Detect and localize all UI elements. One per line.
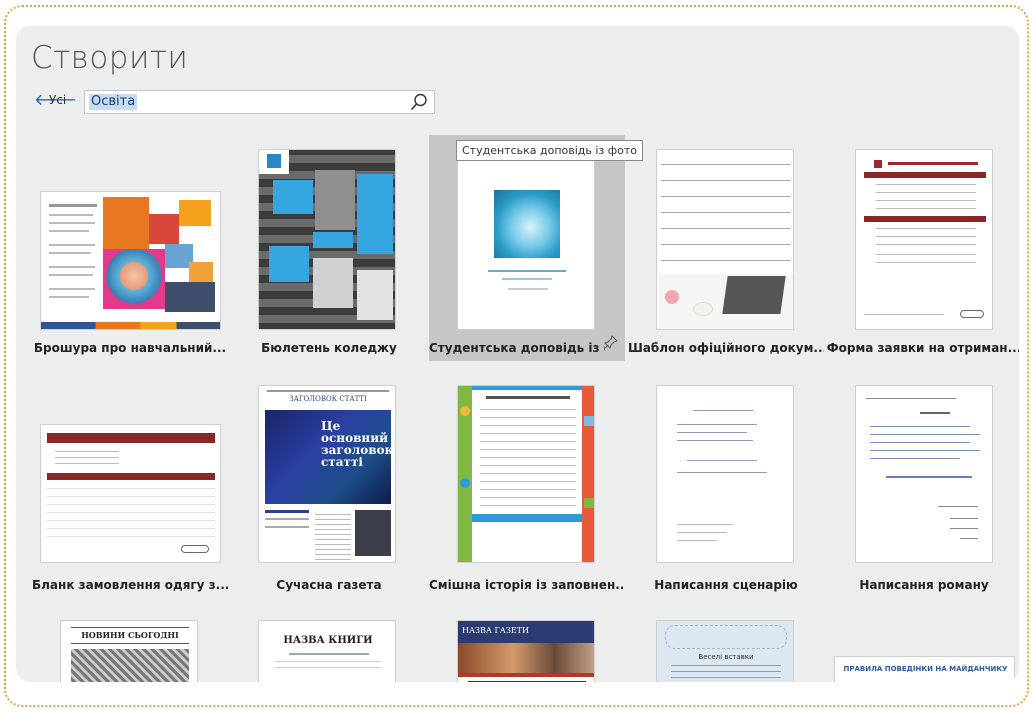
- template-card-screenplay[interactable]: Написання сценарію: [628, 382, 824, 602]
- template-card-novel[interactable]: Написання роману: [826, 382, 1019, 602]
- template-thumbnail: Веселі вставки: [656, 620, 794, 682]
- thumb-main-title: Це основний заголовок статті: [321, 419, 394, 469]
- thumb-headline: НАЗВА ГАЗЕТИ: [462, 626, 529, 635]
- search-input[interactable]: Освіта: [89, 94, 138, 110]
- template-thumbnail: [258, 149, 396, 330]
- template-thumbnail: НАЗВА КНИГИ: [258, 620, 396, 682]
- template-card-fun-inserts[interactable]: Веселі вставки: [628, 612, 824, 682]
- template-thumbnail: [457, 385, 595, 563]
- template-card-application-form[interactable]: Форма заявки на отриман...: [826, 135, 1019, 361]
- page-title: Створити: [31, 40, 189, 76]
- template-card-funny-story[interactable]: Смішна історія із заповнен...: [429, 382, 625, 602]
- template-card-newspaper-title[interactable]: НАЗВА ГАЗЕТИ: [429, 612, 625, 682]
- template-label: Сучасна газета: [276, 578, 382, 592]
- template-thumbnail: НОВИНИ СЬОГОДНІ: [60, 620, 198, 682]
- template-thumbnail: [40, 191, 221, 330]
- template-label: Бланк замовлення одягу з...: [32, 578, 228, 592]
- back-arrow-icon[interactable]: 🡐: [34, 92, 77, 108]
- template-thumbnail: [656, 149, 794, 330]
- template-thumbnail: [855, 385, 993, 563]
- template-thumbnail: [656, 385, 794, 563]
- all-templates-link[interactable]: Усі: [49, 93, 66, 107]
- template-card-student-report[interactable]: Студентська доповідь із ф...: [429, 135, 625, 361]
- thumb-headline: ЗАГОЛОВОК СТАТТІ: [289, 395, 367, 403]
- template-label: Шаблон офіційного докум...: [628, 341, 824, 355]
- template-card-news-today[interactable]: НОВИНИ СЬОГОДНІ: [32, 612, 228, 682]
- template-thumbnail: [855, 149, 993, 330]
- thumb-headline: Веселі вставки: [698, 653, 754, 661]
- template-label: Написання роману: [859, 578, 989, 592]
- template-thumbnail: [457, 149, 595, 330]
- template-label: Брошура про навчальний...: [33, 341, 227, 355]
- search-box[interactable]: Освіта: [84, 90, 435, 114]
- thumb-headline: НОВИНИ СЬОГОДНІ: [81, 630, 179, 640]
- template-label: Форма заявки на отриман...: [826, 341, 1019, 355]
- template-label: Написання сценарію: [654, 578, 798, 592]
- template-card-playground-rules[interactable]: ПРАВИЛА ПОВЕДІНКИ НА МАЙДАНЧИКУ: [826, 612, 1019, 682]
- template-thumbnail: [40, 424, 221, 563]
- template-card-college-bulletin[interactable]: Бюлетень коледжу: [231, 135, 427, 361]
- create-panel: Створити 🡐 Усі Освіта Брошура про навчал…: [16, 26, 1019, 682]
- template-label: Бюлетень коледжу: [261, 341, 397, 355]
- template-card-brochure[interactable]: Брошура про навчальний...: [32, 135, 228, 361]
- template-card-official-document[interactable]: Шаблон офіційного докум...: [628, 135, 824, 361]
- template-label: Студентська доповідь із ф...: [429, 341, 605, 355]
- template-card-clothing-order[interactable]: Бланк замовлення одягу з...: [32, 382, 228, 602]
- template-card-modern-newspaper[interactable]: ЗАГОЛОВОК СТАТТІ Це основний заголовок с…: [231, 382, 427, 602]
- thumb-headline: НАЗВА КНИГИ: [283, 635, 373, 646]
- template-card-book-title[interactable]: НАЗВА КНИГИ: [231, 612, 427, 682]
- template-label: Смішна історія із заповнен...: [429, 578, 625, 592]
- template-thumbnail: НАЗВА ГАЗЕТИ: [457, 620, 595, 682]
- template-thumbnail: ПРАВИЛА ПОВЕДІНКИ НА МАЙДАНЧИКУ: [834, 656, 1015, 682]
- template-tooltip: Студентська доповідь із фото: [456, 140, 644, 161]
- search-icon[interactable]: [410, 93, 428, 111]
- thumb-headline: ПРАВИЛА ПОВЕДІНКИ НА МАЙДАНЧИКУ: [843, 665, 1008, 673]
- template-thumbnail: ЗАГОЛОВОК СТАТТІ Це основний заголовок с…: [258, 385, 396, 563]
- pin-icon[interactable]: [604, 335, 618, 349]
